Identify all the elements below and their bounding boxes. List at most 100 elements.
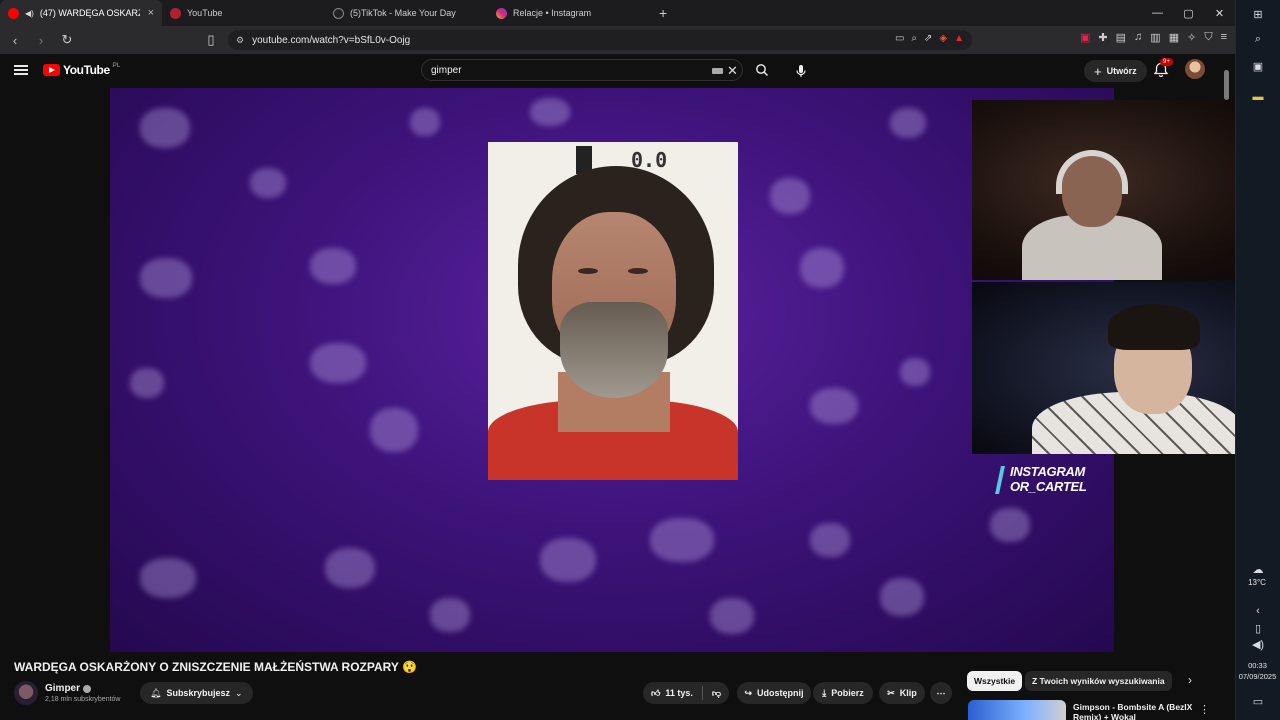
chip-from-search[interactable]: Z Twoich wyników wyszukiwania [1025,671,1172,691]
channel-avatar[interactable] [14,681,38,705]
zoom-icon[interactable]: ⌕ [911,33,917,44]
subscriber-count: 2,18 mln subskrybentów [45,696,121,703]
url-text: youtube.com/watch?v=bSfL0v-Oojg [252,34,411,46]
logo-text: YouTube [63,63,110,77]
back-icon[interactable]: ‹ [6,31,24,49]
wallet-icon[interactable]: ▦ [1169,31,1179,44]
bokeh-light [130,368,164,398]
menu-icon[interactable]: ≡ [1221,31,1227,44]
chips-next-icon[interactable]: › [1188,673,1192,687]
tab-youtube[interactable]: YouTube [162,0,325,26]
extension-icon[interactable]: ▣ [1080,31,1090,44]
notifications-badge: 9+ [1160,58,1173,66]
minimize-icon[interactable]: — [1142,0,1173,26]
windows-start-icon[interactable]: ⊞ [1249,5,1267,23]
new-tab-button[interactable]: + [659,5,667,21]
video-player[interactable]: 0.0 [110,88,1114,652]
keyboard-icon[interactable] [712,68,723,74]
bokeh-light [650,518,714,562]
chip-all[interactable]: Wszystkie [967,671,1023,691]
share-button[interactable]: ↪ Udostępnij [737,682,811,704]
brave-rewards-icon[interactable]: ▲ [954,33,964,44]
chip-label: Wszystkie [974,676,1016,686]
clear-search-icon[interactable]: ✕ [727,63,738,79]
search-icon[interactable]: ⌕ [1249,30,1267,48]
vpn-icon[interactable]: ⛉ [1204,31,1212,44]
headphones [1056,150,1128,194]
bokeh-light [890,108,926,138]
puzzle-icon[interactable]: ✚ [1098,31,1107,44]
tiktok-icon [333,7,344,19]
more-actions-button[interactable]: ⋯ [930,682,952,704]
page-scrollbar[interactable] [1224,70,1229,100]
speaker-icon: ◀) [25,8,34,18]
download-icon: ⤓ [822,687,827,698]
forward-icon[interactable]: › [32,31,50,49]
tab-instagram[interactable]: Relacje • Instagram [488,0,651,26]
bookmark-icon[interactable]: ▯ [202,31,220,49]
thumbs-down-icon: 👎︎ [711,687,722,698]
taskbar-clock[interactable]: 00:33 07/09/2025 [1235,660,1280,682]
download-button[interactable]: ⤓ Pobierz [813,682,873,704]
bell-icon: 🔔︎ [150,687,162,698]
tab-title: Relacje • Instagram [513,8,592,18]
brave-shield-icon[interactable]: ◈ [939,33,947,44]
related-video-thumbnail[interactable] [968,700,1066,720]
thumbs-up-icon: 👍︎ [650,687,661,698]
youtube-header: YouTube PL gimper ✕ + Utwórz 9+ [0,54,1235,88]
mugshot-photo: 0.0 [488,142,738,480]
related-video-title[interactable]: Gimpson - Bombsite A (BezIX Remix) + Wok… [1073,702,1193,720]
subscribe-button[interactable]: 🔔︎ Subskrybujesz ⌄ [140,682,253,704]
search-input[interactable]: gimper ✕ [421,59,743,81]
hamburger-menu-icon[interactable] [14,63,28,77]
tab-tiktok[interactable]: (5)TikTok - Make Your Day [325,0,488,26]
bokeh-light [370,408,418,452]
bokeh-light [310,248,356,284]
account-avatar[interactable] [1185,59,1205,79]
chevron-down-icon: ⌄ [234,687,243,698]
search-button[interactable] [744,59,780,81]
bokeh-light [250,168,286,198]
channel-name: Gimper [45,683,81,694]
screenshot-icon[interactable]: ▤ [1116,31,1126,44]
site-info-icon[interactable]: ⚙ [236,35,244,46]
task-view-icon[interactable]: ▣ [1249,57,1267,75]
like-dislike-group: 👍︎ 11 tys. 👎︎ [643,682,729,704]
bokeh-light [810,388,858,424]
clock-date: 07/09/2025 [1238,672,1277,681]
sidebar-icon[interactable]: ▥ [1150,31,1160,44]
notifications-icon[interactable]: ▭ [1249,692,1267,710]
webcam-top [972,100,1280,280]
create-button[interactable]: + Utwórz [1084,60,1147,82]
show-hidden-icons[interactable]: ‹ [1249,602,1267,620]
tab-wardega[interactable]: ◀) (47) WARDĘGA OSKARŻONY × [0,0,162,26]
clip-button[interactable]: ✂ Klip [879,682,925,704]
share-icon[interactable]: ⇗ [924,33,932,44]
leo-icon[interactable]: ✧ [1187,31,1196,44]
create-label: Utwórz [1106,66,1137,76]
voice-search-button[interactable] [790,60,812,82]
channel-name-link[interactable]: Gimper [45,683,92,694]
dislike-button[interactable]: 👎︎ [712,688,721,699]
like-button[interactable]: 👍︎ 11 tys. [651,688,693,699]
maximize-icon[interactable]: ▢ [1173,0,1204,26]
like-count: 11 tys. [665,688,693,698]
related-more-icon[interactable]: ⋮ [1199,703,1210,716]
youtube-play-icon [43,64,60,76]
bokeh-light [530,98,570,126]
person-hair [1108,304,1200,350]
close-window-icon[interactable]: ✕ [1204,0,1235,26]
cast-icon[interactable]: ▭ [895,33,904,44]
address-bar[interactable]: ⚙ youtube.com/watch?v=bSfL0v-Oojg ▭ ⌕ ⇗ … [228,30,972,50]
tab-title: (5)TikTok - Make Your Day [350,8,456,18]
volume-icon[interactable]: ◀) [1249,635,1267,653]
plus-icon: + [1094,63,1102,79]
reload-icon[interactable]: ↻ [58,31,76,49]
media-icon[interactable]: ♫ [1134,31,1142,44]
verified-icon [83,684,92,693]
share-label: Udostępnij [757,688,804,698]
close-tab-icon[interactable]: × [148,7,154,19]
youtube-logo[interactable]: YouTube PL [43,63,120,77]
file-explorer-icon[interactable]: ▬ [1249,88,1267,106]
overlay-line1: INSTAGRAM [1010,464,1086,479]
